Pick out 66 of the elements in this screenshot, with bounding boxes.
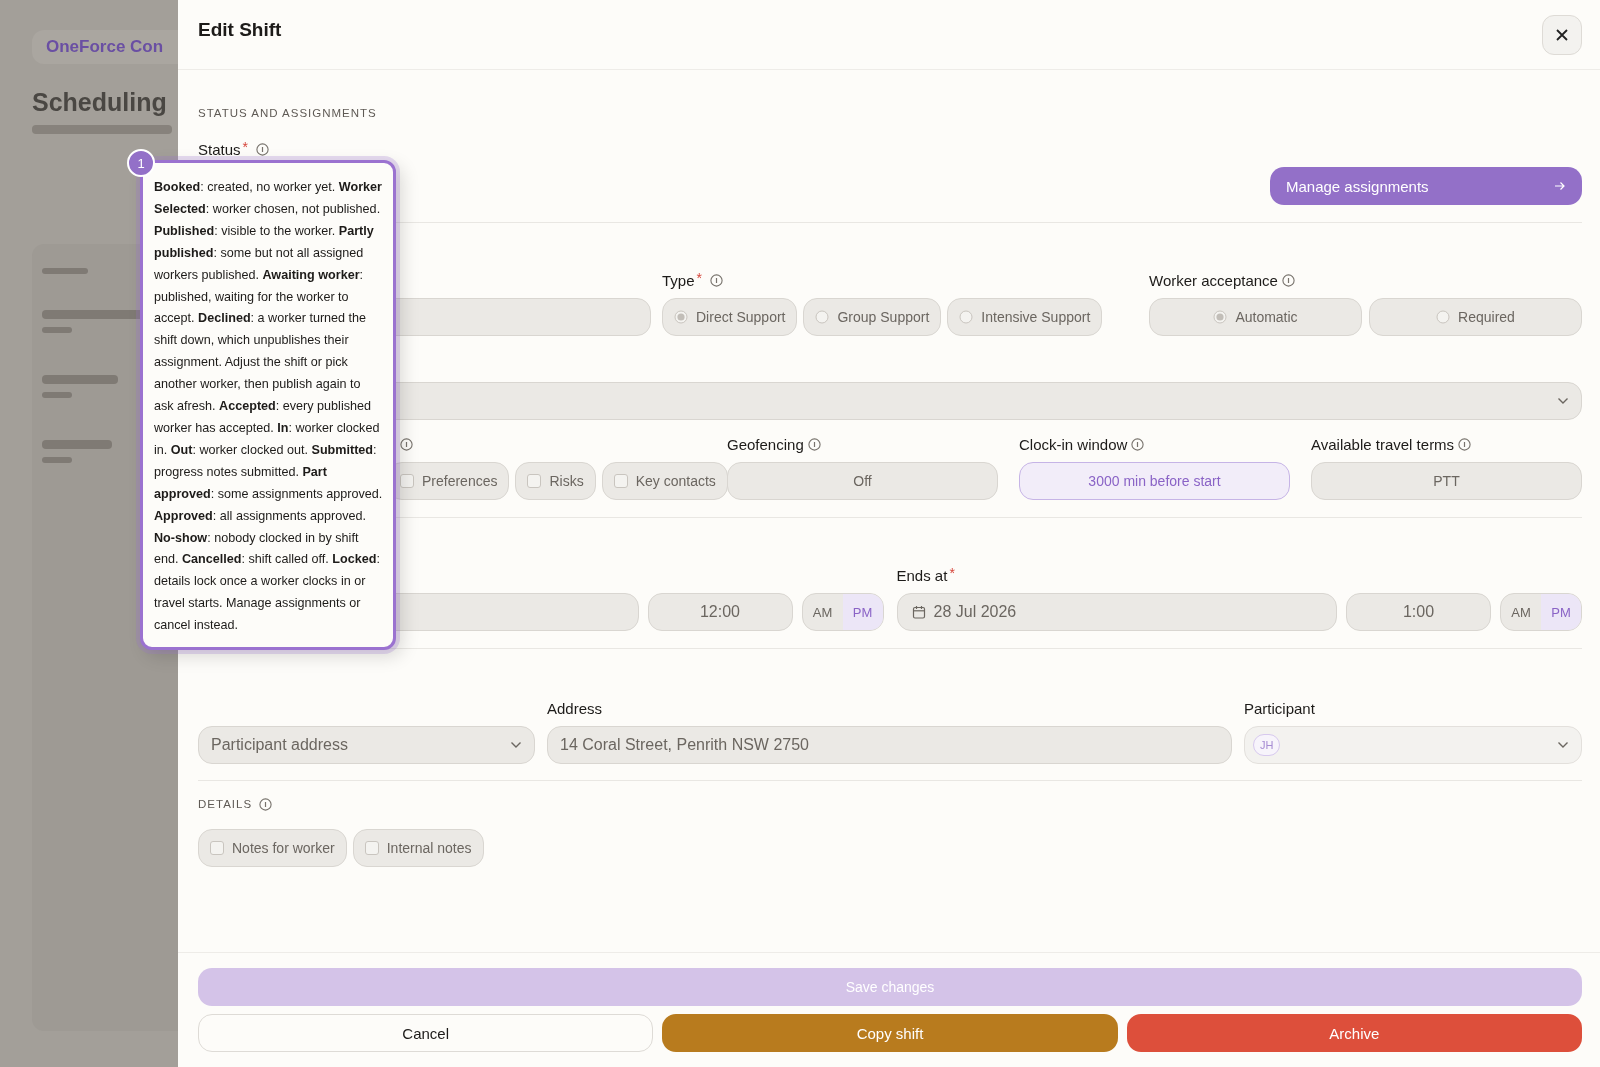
checkbox-option[interactable]: Notes for worker (198, 829, 347, 867)
close-icon (1555, 27, 1569, 42)
meridiem-toggle[interactable]: AM (802, 594, 843, 630)
section-heading: STATUS AND ASSIGNMENTS (198, 106, 378, 120)
info-icon (259, 797, 273, 811)
field-label: Worker acceptance (1149, 271, 1278, 289)
date-field[interactable]: 28 Jul 2026 (896, 593, 1337, 631)
section-heading: DETAILS (198, 797, 253, 811)
cancel-button[interactable]: Cancel (198, 1014, 654, 1052)
participant-select[interactable]: JH (1244, 726, 1582, 764)
field-label: Clock-in window (1019, 435, 1128, 453)
chevron-down-icon (1557, 741, 1569, 749)
archive-button[interactable]: Archive (1126, 1014, 1582, 1052)
blurred-text (42, 440, 112, 449)
radio-option[interactable]: Group Support (803, 298, 942, 336)
info-icon (1281, 273, 1295, 287)
field-label: Status (198, 140, 241, 158)
blurred-text (42, 268, 88, 274)
radio-option[interactable]: Required (1369, 298, 1582, 336)
radio-option[interactable]: Direct Support (662, 298, 798, 336)
address-field[interactable]: 14 Coral Street, Penrith NSW 2750 (547, 726, 1232, 764)
calendar-icon (911, 605, 926, 619)
field-label: Available travel terms (1311, 435, 1455, 453)
brand-name: OneForce Con (46, 37, 164, 57)
required-asterisk: * (949, 565, 955, 581)
checkbox-option[interactable]: Risks (515, 462, 596, 500)
initials-chip: JH (1253, 734, 1281, 756)
field-label: Address (547, 699, 603, 717)
field-label: Ends at (896, 566, 948, 584)
drawer-title: Edit Shift (198, 18, 282, 41)
chevron-down-icon (510, 741, 522, 749)
time-field[interactable]: 12:00 (647, 593, 793, 631)
travel-terms-field[interactable]: PTT (1311, 462, 1582, 500)
meridiem-toggle[interactable]: AM (1501, 594, 1541, 630)
manage-assignments-button[interactable]: Manage assignments (1270, 167, 1582, 205)
clock-in-window-field[interactable]: 3000 min before start (1019, 462, 1290, 500)
meridiem-toggle[interactable]: PM (842, 594, 883, 630)
geofencing-field[interactable]: Off (727, 462, 998, 500)
step-badge: 1 (127, 149, 155, 177)
address-source-select[interactable]: Participant address (198, 726, 535, 764)
arrow-right-icon (1554, 181, 1566, 191)
info-icon (1458, 437, 1472, 451)
field-label: Participant (1244, 699, 1315, 717)
radio-option[interactable]: Automatic (1149, 298, 1362, 336)
tooltip-text: Booked: created, no worker yet. Worker Selected: worker chosen, not published. Published: visible to the worker. Partly published: some but not all assigned workers published. Awaiting worker: published, waiting for the worker to accept. Declined: a worker turned the shift down, which unpublishes their assignment. Adjust the shift or pick another worker, then publish again to ask afresh. Accepted: every published worker has accepted. In: worker clocked in. Out: worker clocked out. Submitted: progress notes submitted. Part approved: some assignments approved. Approved: all assignments approved. No-show: nobody clocked in by shift end. Cancelled: shift called off. Locked: details lock once a worker clocks in or travel starts. Manage assignments or cancel instead. (154, 179, 383, 635)
blurred-text (42, 327, 72, 333)
field-label: Type (662, 271, 695, 289)
field-label: Geofencing (727, 435, 804, 453)
info-icon (807, 437, 821, 451)
checkbox-option[interactable]: Key contacts (601, 462, 728, 500)
page-heading: Scheduling (32, 88, 168, 117)
required-asterisk: * (696, 270, 702, 286)
info-icon (710, 273, 723, 287)
radio-option[interactable]: Intensive Support (947, 298, 1103, 336)
checkbox-option[interactable]: Internal notes (352, 829, 484, 867)
blurred-text (42, 392, 72, 398)
chevron-down-icon (1557, 397, 1569, 405)
meridiem-toggle[interactable]: PM (1541, 594, 1581, 630)
blurred-text (42, 457, 72, 463)
info-icon (1131, 437, 1145, 451)
info-icon (400, 437, 413, 451)
copy-shift-button[interactable]: Copy shift (662, 1014, 1118, 1052)
info-icon (256, 142, 269, 156)
close-button[interactable] (1542, 14, 1582, 55)
time-field[interactable]: 1:00 (1346, 593, 1491, 631)
required-asterisk: * (242, 139, 248, 155)
